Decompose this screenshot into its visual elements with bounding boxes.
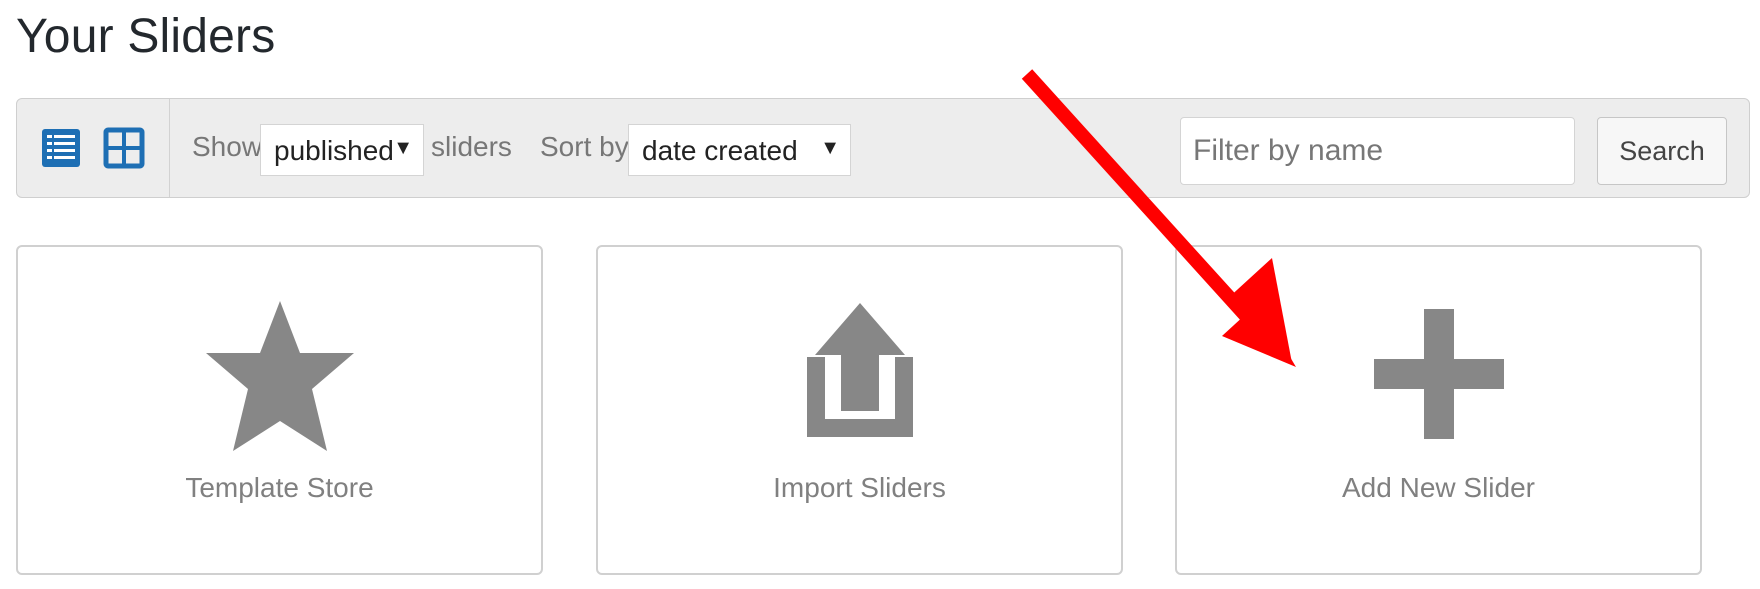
card-label: Add New Slider bbox=[1342, 472, 1535, 503]
chevron-down-icon: ▼ bbox=[820, 137, 840, 159]
import-sliders-card[interactable]: Import Sliders bbox=[596, 245, 1123, 575]
search-button[interactable]: Search bbox=[1597, 117, 1727, 185]
page-title: Your Sliders bbox=[16, 10, 276, 63]
upload-icon bbox=[805, 297, 915, 447]
list-view-icon bbox=[42, 129, 80, 167]
card-label: Import Sliders bbox=[773, 472, 946, 503]
sliders-label: sliders bbox=[431, 131, 512, 162]
chevron-down-icon: ▼ bbox=[393, 137, 413, 159]
add-new-slider-card[interactable]: Add New Slider bbox=[1175, 245, 1702, 575]
template-store-card[interactable]: Template Store bbox=[16, 245, 543, 575]
view-switch bbox=[17, 99, 170, 197]
sort-select[interactable]: date created ▼ bbox=[628, 124, 851, 176]
sort-label: Sort by bbox=[540, 131, 629, 162]
status-select-value: published bbox=[274, 135, 394, 166]
card-label: Template Store bbox=[185, 472, 374, 503]
list-view-button[interactable] bbox=[40, 127, 82, 169]
grid-view-button[interactable] bbox=[103, 127, 145, 169]
sort-select-value: date created bbox=[642, 135, 798, 166]
status-select[interactable]: published ▼ bbox=[260, 124, 424, 176]
star-icon bbox=[200, 297, 360, 457]
filter-by-name-input[interactable] bbox=[1180, 117, 1575, 185]
slider-filter-toolbar: Show published ▼ sliders Sort by date cr… bbox=[16, 98, 1750, 198]
plus-icon bbox=[1373, 297, 1505, 447]
grid-view-icon bbox=[103, 127, 145, 169]
show-label: Show bbox=[192, 131, 263, 162]
